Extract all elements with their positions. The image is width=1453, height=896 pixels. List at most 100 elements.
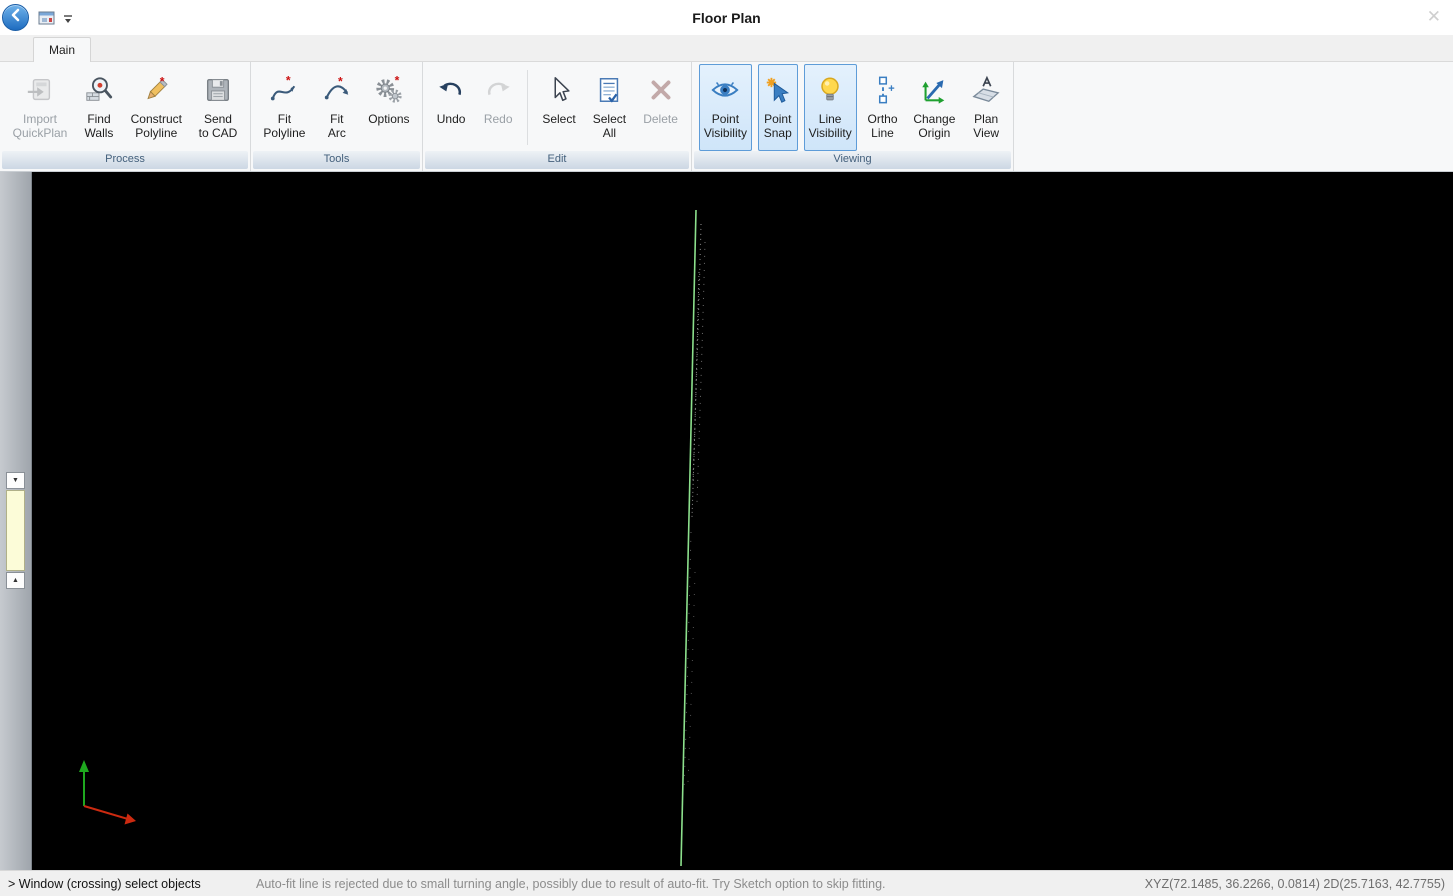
titlebar: Floor Plan ✕ xyxy=(0,0,1453,35)
button-label: Fit xyxy=(330,112,343,126)
button-label: Plan xyxy=(974,112,998,126)
fit-arc-button[interactable]: * Fit Arc xyxy=(317,64,357,151)
button-label: Visibility xyxy=(704,126,747,140)
fit-polyline-icon: * xyxy=(269,68,299,112)
fitted-wall-line[interactable] xyxy=(681,210,696,866)
point-visibility-button[interactable]: Point Visibility xyxy=(699,64,752,151)
button-label: to CAD xyxy=(199,126,238,140)
button-label: Fit xyxy=(278,112,291,126)
ribbon-tab-row: Main xyxy=(0,35,1453,62)
button-label: Point xyxy=(764,112,791,126)
tools-buttons: * Fit Polyline * Fit Arc * Options xyxy=(251,62,422,151)
group-label-viewing: Viewing xyxy=(694,151,1011,169)
button-label: All xyxy=(603,126,616,140)
ribbon: Import QuickPlan Find Walls * Construct … xyxy=(0,62,1453,172)
import-quickplan-button[interactable]: Import QuickPlan xyxy=(8,64,73,151)
redo-icon xyxy=(483,68,513,112)
delete-icon xyxy=(646,68,676,112)
ucs-axis-icon xyxy=(79,760,136,825)
ribbon-group-edit: Undo Redo Select xyxy=(423,62,692,171)
button-label: Polyline xyxy=(135,126,177,140)
drawing-canvas[interactable] xyxy=(32,172,1453,870)
left-rail: ▼ ▲ xyxy=(0,172,32,870)
svg-text:*: * xyxy=(160,75,165,88)
button-label: Change xyxy=(913,112,955,126)
find-walls-button[interactable]: Find Walls xyxy=(79,64,119,151)
button-label: View xyxy=(973,126,999,140)
button-label: Redo xyxy=(484,112,513,126)
button-label: Polyline xyxy=(263,126,305,140)
ortho-line-icon xyxy=(868,68,898,112)
undo-button[interactable]: Undo xyxy=(431,64,471,151)
button-label: Snap xyxy=(764,126,792,140)
delete-button[interactable]: Delete xyxy=(638,64,683,151)
button-label: Visibility xyxy=(809,126,852,140)
find-walls-icon xyxy=(84,68,114,112)
edit-buttons: Undo Redo Select xyxy=(423,62,691,151)
line-visibility-button[interactable]: Line Visibility xyxy=(804,64,857,151)
process-buttons: Import QuickPlan Find Walls * Construct … xyxy=(0,62,250,151)
ribbon-group-process: Import QuickPlan Find Walls * Construct … xyxy=(0,62,251,171)
button-label: Import xyxy=(23,112,57,126)
window-title: Floor Plan xyxy=(0,10,1453,26)
select-button[interactable]: Select xyxy=(537,64,580,151)
edit-group-separator xyxy=(527,70,528,145)
group-label-process: Process xyxy=(2,151,248,169)
send-to-cad-button[interactable]: Send to CAD xyxy=(194,64,243,151)
status-message: Auto-fit line is rejected due to small t… xyxy=(248,877,1145,891)
send-to-cad-icon xyxy=(203,68,233,112)
command-prompt: > Window (crossing) select objects xyxy=(8,877,248,891)
change-origin-button[interactable]: Change Origin xyxy=(908,64,960,151)
plan-view-icon xyxy=(971,68,1001,112)
ortho-line-button[interactable]: Ortho Line xyxy=(863,64,903,151)
fit-arc-icon: * xyxy=(322,68,352,112)
fit-polyline-button[interactable]: * Fit Polyline xyxy=(258,64,310,151)
button-label: QuickPlan xyxy=(13,126,68,140)
button-label: Find xyxy=(87,112,110,126)
close-button[interactable]: ✕ xyxy=(1427,7,1441,27)
plan-view-button[interactable]: Plan View xyxy=(966,64,1006,151)
button-label: Select xyxy=(542,112,575,126)
quick-access-dropdown-icon[interactable] xyxy=(63,12,73,23)
ribbon-group-tools: * Fit Polyline * Fit Arc * Options xyxy=(251,62,423,171)
svg-text:*: * xyxy=(395,75,400,87)
statusbar: > Window (crossing) select objects Auto-… xyxy=(0,870,1453,896)
floor-plan-window: Floor Plan ✕ Main Import QuickPlan xyxy=(0,0,1453,896)
point-snap-button[interactable]: Point Snap xyxy=(758,64,798,151)
button-label: Line xyxy=(871,126,894,140)
rail-collapse-down-button[interactable]: ▼ xyxy=(6,472,25,489)
group-label-edit: Edit xyxy=(425,151,689,169)
undo-icon xyxy=(436,68,466,112)
svg-text:*: * xyxy=(338,75,343,88)
button-label: Line xyxy=(819,112,842,126)
group-label-tools: Tools xyxy=(253,151,420,169)
button-label: Send xyxy=(204,112,232,126)
redo-button[interactable]: Redo xyxy=(478,64,518,151)
svg-text:*: * xyxy=(286,75,291,87)
ribbon-empty-space xyxy=(1014,62,1453,171)
button-label: Walls xyxy=(85,126,114,140)
canvas-graphics xyxy=(32,172,1453,870)
rail-yellow-panel[interactable] xyxy=(6,490,25,571)
back-button[interactable] xyxy=(2,4,29,31)
select-all-button[interactable]: Select All xyxy=(588,64,631,151)
button-label: Options xyxy=(368,112,409,126)
quick-access-icon[interactable] xyxy=(38,10,56,26)
select-all-icon xyxy=(594,68,624,112)
button-label: Point xyxy=(712,112,739,126)
change-origin-icon xyxy=(919,68,949,112)
options-button[interactable]: * Options xyxy=(363,64,414,151)
button-label: Arc xyxy=(328,126,346,140)
coordinate-readout: XYZ(72.1485, 36.2266, 0.0814) 2D(25.7163… xyxy=(1145,877,1445,891)
button-label: Undo xyxy=(437,112,466,126)
construct-polyline-button[interactable]: * Construct Polyline xyxy=(126,64,187,151)
tab-main[interactable]: Main xyxy=(33,37,91,62)
back-arrow-icon xyxy=(10,8,22,27)
rail-collapse-up-button[interactable]: ▲ xyxy=(6,572,25,589)
point-visibility-icon xyxy=(710,68,740,112)
button-label: Ortho xyxy=(868,112,898,126)
select-icon xyxy=(544,68,574,112)
import-quickplan-icon xyxy=(25,68,55,112)
options-icon: * xyxy=(374,68,404,112)
button-label: Construct xyxy=(131,112,182,126)
